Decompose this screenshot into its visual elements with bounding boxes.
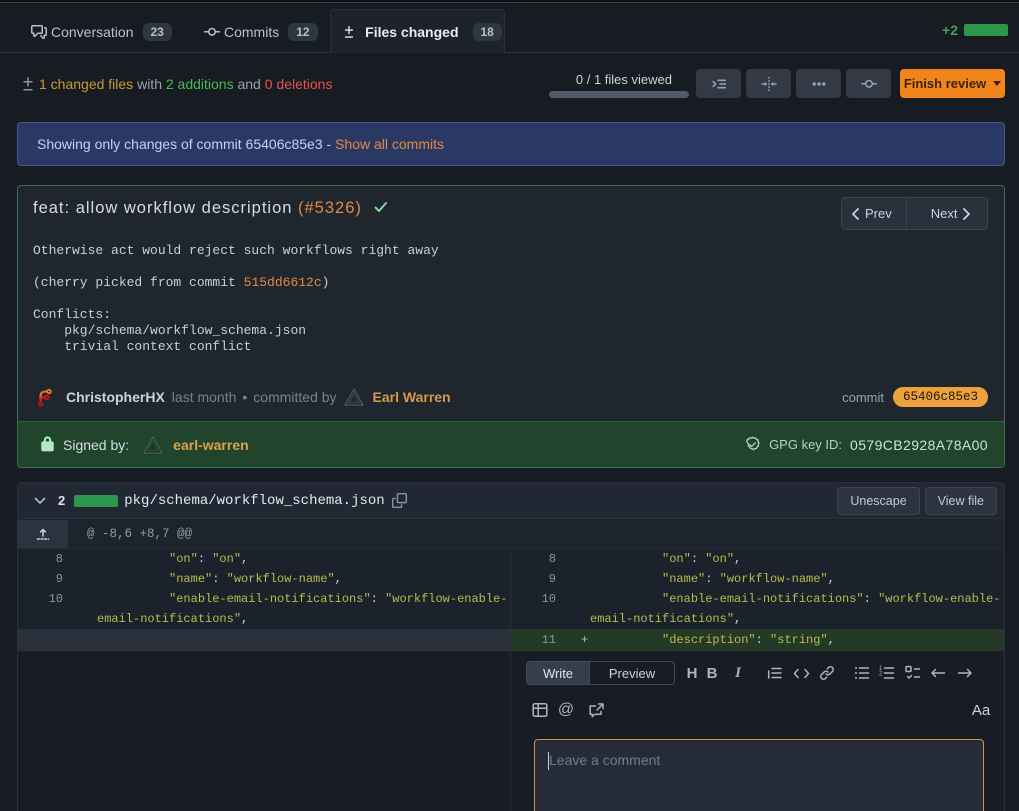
svg-text:2: 2 — [879, 672, 883, 678]
